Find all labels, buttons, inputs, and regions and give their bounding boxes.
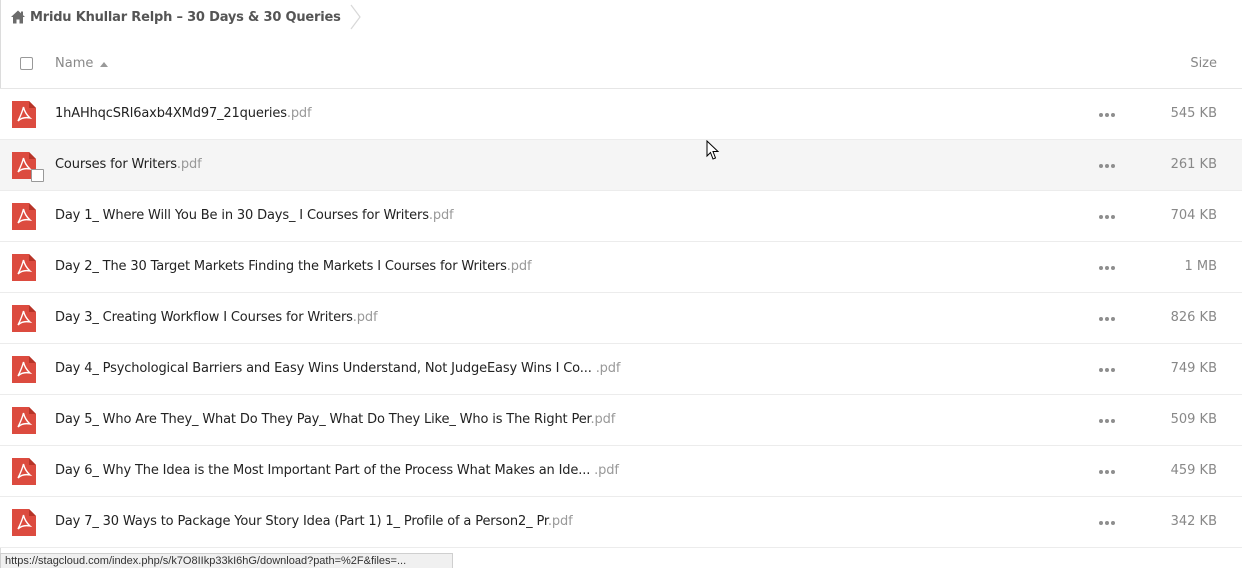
file-row[interactable]: Day 6_ Why The Idea is the Most Importan… <box>0 446 1242 497</box>
home-icon[interactable] <box>10 9 26 25</box>
file-name[interactable]: Day 3_ Creating Workflow I Courses for W… <box>55 310 378 325</box>
file-row[interactable]: Courses for Writers.pdf 261 KB <box>0 140 1242 191</box>
file-size: 342 KB <box>1170 514 1217 529</box>
file-extension: .pdf <box>594 463 619 478</box>
file-extension: .pdf <box>595 361 621 376</box>
file-basename: Day 1_ Where Will You Be in 30 Days_ I C… <box>55 208 429 223</box>
mouse-cursor-icon <box>706 140 720 160</box>
pdf-file-icon <box>12 305 36 332</box>
file-basename: Day 2_ The 30 Target Markets Finding the… <box>55 259 507 274</box>
file-name[interactable]: Courses for Writers.pdf <box>55 157 202 172</box>
file-name[interactable]: 1hAHhqcSRl6axb4XMd97_21queries.pdf <box>55 106 312 121</box>
more-actions-icon[interactable] <box>1099 419 1115 423</box>
pdf-file-icon <box>12 203 36 230</box>
breadcrumb: Mridu Khullar Relph – 30 Days & 30 Queri… <box>10 0 363 34</box>
select-all-checkbox[interactable] <box>20 57 33 70</box>
file-extension: .pdf <box>286 106 312 121</box>
breadcrumb-folder[interactable]: Mridu Khullar Relph – 30 Days & 30 Queri… <box>30 10 341 25</box>
file-extension: .pdf <box>506 259 532 274</box>
file-size: 545 KB <box>1170 106 1217 121</box>
file-basename: 1hAHhqcSRl6axb4XMd97_21queries <box>55 106 287 121</box>
file-size: 749 KB <box>1170 361 1217 376</box>
file-size: 826 KB <box>1170 310 1217 325</box>
file-name[interactable]: Day 2_ The 30 Target Markets Finding the… <box>55 259 532 274</box>
file-list-header: Name Size <box>0 40 1242 89</box>
file-row[interactable]: Day 7_ 30 Ways to Package Your Story Ide… <box>0 497 1242 548</box>
file-list: 1hAHhqcSRl6axb4XMd97_21queries.pdf 545 K… <box>0 89 1242 548</box>
pdf-file-icon <box>12 407 36 434</box>
file-basename: Day 6_ Why The Idea is the Most Importan… <box>55 463 595 478</box>
file-row[interactable]: Day 4_ Psychological Barriers and Easy W… <box>0 344 1242 395</box>
file-basename: Day 3_ Creating Workflow I Courses for W… <box>55 310 353 325</box>
name-column-header[interactable]: Name <box>55 56 109 71</box>
file-basename: Day 5_ Who Are They_ What Do They Pay_ W… <box>55 412 591 427</box>
file-name[interactable]: Day 1_ Where Will You Be in 30 Days_ I C… <box>55 208 454 223</box>
file-name[interactable]: Day 5_ Who Are They_ What Do They Pay_ W… <box>55 412 615 427</box>
more-actions-icon[interactable] <box>1099 113 1115 117</box>
size-column-header[interactable]: Size <box>1190 56 1217 71</box>
pdf-file-icon <box>12 254 36 281</box>
file-size: 261 KB <box>1170 157 1217 172</box>
file-extension: .pdf <box>176 157 202 172</box>
name-column-label: Name <box>55 56 94 71</box>
row-select-checkbox[interactable] <box>31 169 44 182</box>
pdf-file-icon <box>12 101 36 128</box>
file-name[interactable]: Day 6_ Why The Idea is the Most Importan… <box>55 463 619 478</box>
more-actions-icon[interactable] <box>1099 470 1115 474</box>
file-basename: Day 4_ Psychological Barriers and Easy W… <box>55 361 596 376</box>
file-name[interactable]: Day 7_ 30 Ways to Package Your Story Ide… <box>55 514 573 529</box>
file-extension: .pdf <box>590 412 616 427</box>
more-actions-icon[interactable] <box>1099 521 1115 525</box>
file-row[interactable]: Day 5_ Who Are They_ What Do They Pay_ W… <box>0 395 1242 446</box>
pdf-file-icon <box>12 356 36 383</box>
file-size: 704 KB <box>1170 208 1217 223</box>
file-extension: .pdf <box>352 310 378 325</box>
pdf-file-icon <box>12 458 36 485</box>
sort-ascending-icon <box>100 61 109 67</box>
file-row[interactable]: 1hAHhqcSRl6axb4XMd97_21queries.pdf 545 K… <box>0 89 1242 140</box>
pdf-file-icon <box>12 509 36 536</box>
file-size: 1 MB <box>1184 259 1217 274</box>
file-basename: Day 7_ 30 Ways to Package Your Story Ide… <box>55 514 548 529</box>
file-extension: .pdf <box>547 514 573 529</box>
more-actions-icon[interactable] <box>1099 317 1115 321</box>
more-actions-icon[interactable] <box>1099 368 1115 372</box>
breadcrumb-chevron-icon <box>350 4 361 30</box>
file-name[interactable]: Day 4_ Psychological Barriers and Easy W… <box>55 361 620 376</box>
file-extension: .pdf <box>428 208 454 223</box>
file-row[interactable]: Day 3_ Creating Workflow I Courses for W… <box>0 293 1242 344</box>
file-row[interactable]: Day 2_ The 30 Target Markets Finding the… <box>0 242 1242 293</box>
more-actions-icon[interactable] <box>1099 266 1115 270</box>
file-size: 509 KB <box>1170 412 1217 427</box>
file-size: 459 KB <box>1170 463 1217 478</box>
more-actions-icon[interactable] <box>1099 164 1115 168</box>
more-actions-icon[interactable] <box>1099 215 1115 219</box>
file-row[interactable]: Day 1_ Where Will You Be in 30 Days_ I C… <box>0 191 1242 242</box>
file-basename: Courses for Writers <box>55 157 177 172</box>
status-url: https://stagcloud.com/index.php/s/k7O8II… <box>0 553 453 568</box>
